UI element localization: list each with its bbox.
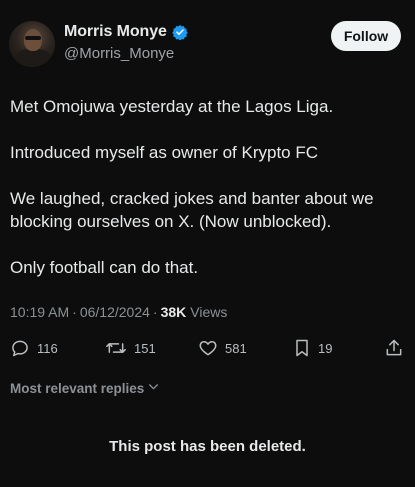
deleted-post-notice: This post has been deleted. [109,438,306,455]
reply-button[interactable]: 116 [10,338,58,358]
name-row: Morris Monye [64,23,188,41]
views-count[interactable]: 38K [161,304,187,320]
replies-filter-label: Most relevant replies [10,380,145,396]
bookmark-button[interactable]: 19 [293,338,332,358]
follow-button[interactable]: Follow [331,21,401,51]
meta-separator: · [72,304,77,320]
like-count: 581 [225,340,247,356]
like-button[interactable]: 581 [198,338,247,358]
bookmark-count: 19 [318,340,333,356]
replies-filter-dropdown[interactable]: Most relevant replies [10,380,160,396]
avatar-glasses [25,36,41,40]
reply-icon [10,338,30,358]
heart-icon [198,338,218,358]
tweet-header: Morris Monye @Morris_Monye Follow [9,15,401,73]
tweet-body: Met Omojuwa yesterday at the Lagos Liga.… [10,95,403,279]
tweet-meta: 10:19 AM · 06/12/2024 · 38K Views [10,304,227,320]
avatar[interactable] [9,21,55,67]
handle[interactable]: @Morris_Monye [64,45,174,62]
tweet-paragraph: Only football can do that. [10,258,199,277]
tweet-page: Morris Monye @Morris_Monye Follow Met Om… [0,0,415,487]
tweet-paragraph: Met Omojuwa yesterday at the Lagos Liga. [10,97,334,116]
display-name[interactable]: Morris Monye [64,23,167,41]
share-button[interactable] [384,338,404,358]
repost-button[interactable]: 151 [105,338,156,358]
tweet-time[interactable]: 10:19 AM [10,304,69,320]
repost-count: 151 [134,340,156,356]
tweet-paragraph: We laughed, cracked jokes and banter abo… [10,189,374,231]
avatar-shirt [15,49,51,67]
repost-icon [105,338,127,358]
chevron-down-icon [147,380,160,396]
tweet-paragraph: Introduced myself as owner of Krypto FC [10,143,319,162]
share-icon [384,338,404,358]
views-label: Views [190,304,228,320]
meta-separator: · [152,304,158,320]
reply-count: 116 [37,340,58,356]
bookmark-icon [293,338,311,358]
verified-badge-icon[interactable] [172,24,188,41]
avatar-face [24,29,42,51]
tweet-date[interactable]: 06/12/2024 [80,304,150,320]
action-bar: 116 151 581 19 [10,338,405,360]
